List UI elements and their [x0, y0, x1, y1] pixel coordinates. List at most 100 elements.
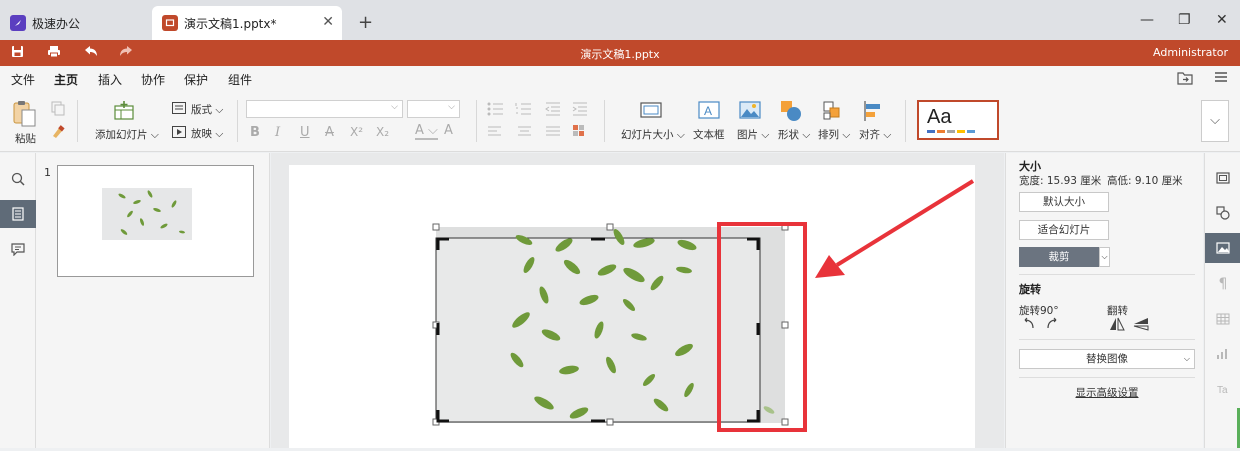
- panel-divider: [1019, 377, 1195, 378]
- advanced-settings-link[interactable]: 显示高级设置: [1019, 385, 1195, 400]
- fit-slide-button[interactable]: 适合幻灯片: [1019, 220, 1109, 240]
- superscript-button[interactable]: X²: [350, 125, 363, 139]
- numbered-list-icon[interactable]: [515, 102, 537, 124]
- shape-icon[interactable]: [780, 100, 802, 122]
- rotate90-label: 旋转90°: [1019, 305, 1059, 317]
- ribbon-separator: [604, 100, 605, 142]
- font-color-icon[interactable]: A ⌵: [415, 123, 438, 140]
- user-name[interactable]: Administrator: [1153, 46, 1228, 59]
- ribbon-separator: [476, 100, 477, 142]
- menu-plugins[interactable]: 组件: [228, 71, 252, 88]
- new-tab-icon[interactable]: +: [358, 12, 373, 33]
- picture-label[interactable]: 图片 ⌵: [737, 127, 769, 142]
- comments-icon[interactable]: [0, 235, 36, 263]
- paragraph-settings-icon[interactable]: ¶: [1205, 269, 1240, 299]
- font-size-select[interactable]: ⌵: [407, 100, 460, 118]
- search-icon[interactable]: [0, 165, 36, 193]
- slides-panel-icon[interactable]: [0, 200, 36, 228]
- menu-insert[interactable]: 插入: [98, 71, 122, 88]
- crop-button[interactable]: 裁剪: [1019, 247, 1099, 267]
- maximize-icon[interactable]: ❐: [1178, 12, 1191, 28]
- slide-size-icon[interactable]: [640, 100, 662, 122]
- italic-button[interactable]: I: [275, 125, 280, 140]
- minimize-icon[interactable]: —: [1140, 12, 1154, 28]
- flip-vertical-icon[interactable]: [1133, 317, 1149, 334]
- slide-settings-icon[interactable]: [1205, 163, 1240, 193]
- vertical-align-icon[interactable]: [545, 126, 567, 148]
- hamburger-menu-icon[interactable]: [1214, 71, 1228, 87]
- subscript-button[interactable]: X₂: [376, 125, 389, 139]
- menu-protect[interactable]: 保护: [184, 71, 208, 88]
- title-bar: 演示文稿1.pptx Administrator: [0, 40, 1240, 66]
- slide-size-label[interactable]: 幻灯片大小 ⌵: [621, 127, 685, 142]
- align-icon[interactable]: [862, 100, 884, 122]
- format-painter-icon[interactable]: [50, 124, 72, 146]
- flip-label: 翻转: [1107, 305, 1128, 317]
- rotate-clockwise-icon[interactable]: [1046, 317, 1060, 332]
- line-spacing-icon[interactable]: [515, 126, 537, 148]
- strikethrough-button[interactable]: A: [325, 125, 334, 140]
- theme-preview[interactable]: Aa: [917, 100, 999, 140]
- highlight-color-icon[interactable]: A: [444, 123, 453, 138]
- shape-label[interactable]: 形状 ⌵: [778, 127, 810, 142]
- decrease-indent-icon[interactable]: [545, 102, 567, 124]
- arrange-icon[interactable]: [822, 100, 844, 122]
- copy-icon[interactable]: [50, 100, 72, 122]
- left-tool-strip: [0, 153, 36, 448]
- textbox-icon[interactable]: A: [698, 100, 720, 122]
- flip-horizontal-icon[interactable]: [1109, 317, 1125, 334]
- app-logo-icon: [10, 15, 26, 31]
- tab-close-icon[interactable]: ✕: [322, 14, 334, 30]
- increase-indent-icon[interactable]: [572, 102, 594, 124]
- add-slide-icon[interactable]: [113, 100, 135, 122]
- width-value: 宽度: 15.93 厘米: [1019, 175, 1102, 187]
- text-art-settings-icon[interactable]: Ta: [1205, 374, 1240, 404]
- open-location-icon[interactable]: [1177, 71, 1193, 89]
- tab-jisu-office[interactable]: 极速办公: [0, 6, 150, 40]
- paste-label: 粘贴: [15, 133, 36, 145]
- rotate-counterclockwise-icon[interactable]: [1021, 317, 1035, 332]
- replace-image-select[interactable]: 替换图像 ⌵: [1019, 349, 1195, 369]
- right-tool-strip: ¶ Ta: [1204, 153, 1240, 448]
- ribbon-toolbar: 粘贴 添加幻灯片 ⌵ 版式 ⌵ 放映 ⌵ ⌵ ⌵ B I U A X² X₂ A…: [0, 92, 1240, 152]
- window-close-icon[interactable]: ✕: [1216, 12, 1228, 28]
- tab-document[interactable]: 演示文稿1.pptx* ✕: [152, 6, 342, 40]
- menu-collaborate[interactable]: 协作: [141, 71, 165, 88]
- slide-canvas: [271, 153, 1004, 448]
- shape-settings-icon[interactable]: [1205, 198, 1240, 228]
- ribbon-expand-button[interactable]: ⌵: [1201, 100, 1229, 142]
- svg-text:Ta: Ta: [1217, 385, 1228, 396]
- table-settings-icon[interactable]: [1205, 304, 1240, 334]
- bullet-list-icon[interactable]: [487, 102, 509, 124]
- document-title: 演示文稿1.pptx: [580, 48, 660, 61]
- add-slide-label[interactable]: 添加幻灯片 ⌵: [95, 127, 159, 142]
- theme-preview-text: Aa: [927, 106, 952, 128]
- paste-icon[interactable]: [12, 100, 36, 127]
- default-size-button[interactable]: 默认大小: [1019, 192, 1109, 212]
- menu-home[interactable]: 主页: [54, 71, 79, 94]
- thumbnail-image: [102, 188, 192, 240]
- textbox-label[interactable]: 文本框: [693, 127, 725, 142]
- underline-button[interactable]: U: [300, 125, 310, 140]
- align-left-icon[interactable]: [487, 126, 509, 148]
- play-label[interactable]: 放映 ⌵: [191, 126, 223, 141]
- ribbon-separator: [237, 100, 238, 142]
- font-name-select[interactable]: ⌵: [246, 100, 403, 118]
- arrange-label[interactable]: 排列 ⌵: [818, 127, 850, 142]
- chart-settings-icon[interactable]: [1205, 339, 1240, 369]
- align-label[interactable]: 对齐 ⌵: [859, 127, 891, 142]
- image-settings-icon[interactable]: [1205, 233, 1240, 263]
- menu-bar: 文件 主页 插入 协作 保护 组件: [0, 66, 1240, 94]
- menu-file[interactable]: 文件: [11, 71, 35, 88]
- tab-label: 极速办公: [32, 16, 81, 31]
- crop-dropdown-button[interactable]: ⌵: [1099, 247, 1110, 267]
- slide[interactable]: [289, 165, 975, 448]
- picture-icon[interactable]: [739, 100, 761, 122]
- slide-thumbnail[interactable]: [57, 165, 254, 277]
- size-section-title: 大小: [1019, 160, 1041, 173]
- panel-divider: [1019, 339, 1195, 340]
- browser-tab-bar: 极速办公 演示文稿1.pptx* ✕ + — ❐ ✕: [0, 0, 1240, 40]
- bold-button[interactable]: B: [250, 125, 260, 140]
- fill-color-icon[interactable]: [572, 124, 594, 146]
- layout-label[interactable]: 版式 ⌵: [191, 102, 223, 117]
